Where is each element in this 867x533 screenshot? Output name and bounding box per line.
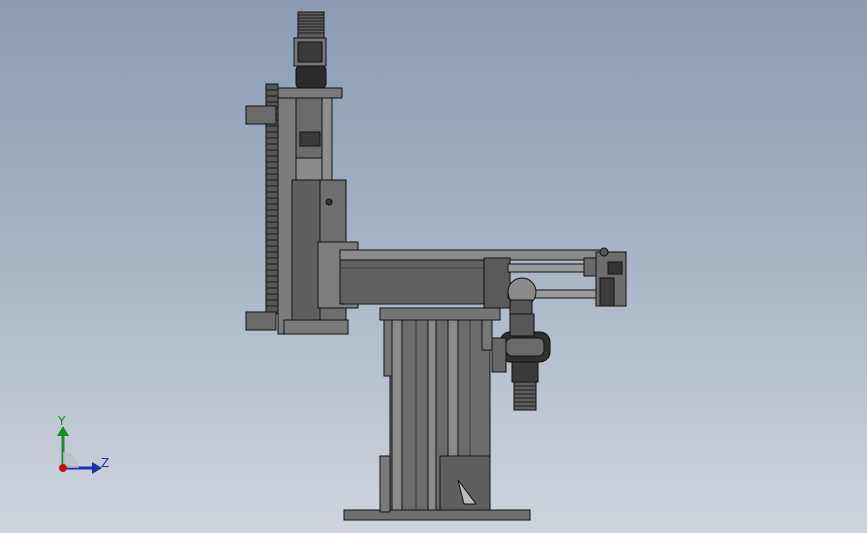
z-axis-label: Z	[101, 456, 110, 470]
y-axis-label: Y	[58, 414, 66, 428]
top-bellows	[297, 11, 325, 39]
piston-rod-upper	[507, 263, 591, 273]
lower-bracket	[245, 311, 277, 331]
upper-bracket	[245, 105, 277, 125]
top-plate	[277, 87, 343, 99]
lower-bellows	[513, 381, 537, 411]
horizontal-cylinder	[339, 255, 491, 305]
cad-model[interactable]	[0, 0, 867, 533]
axis-triad: Y Z	[48, 412, 118, 482]
graphics-viewport[interactable]: Y Z	[0, 0, 867, 533]
base-plate	[343, 509, 531, 521]
